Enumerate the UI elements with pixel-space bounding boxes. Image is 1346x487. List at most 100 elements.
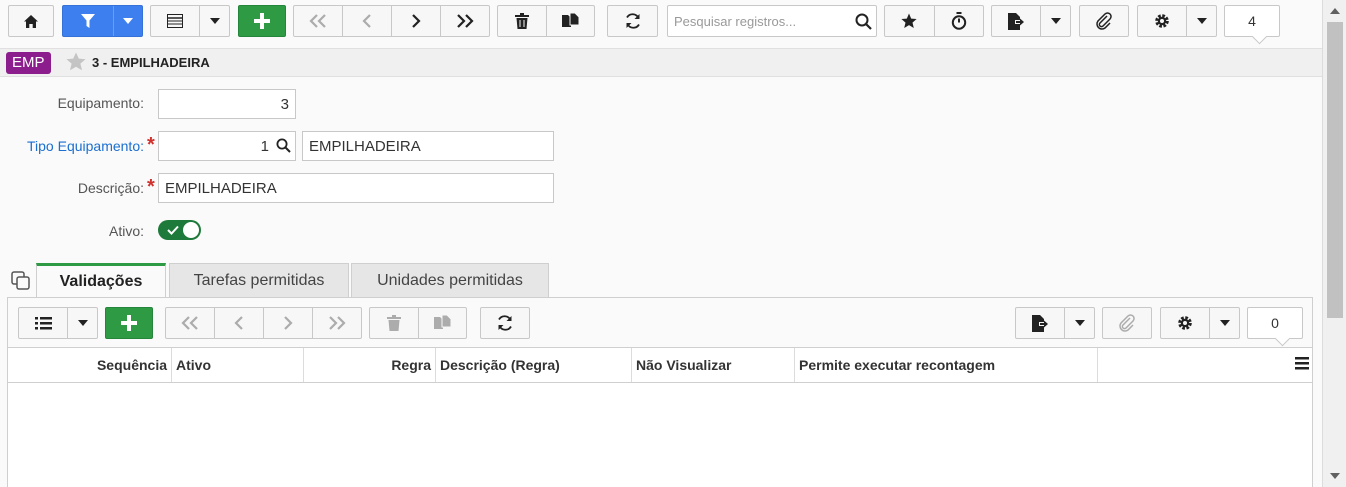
attachments-button[interactable] (1079, 5, 1129, 37)
sub-list-view-button[interactable] (19, 308, 69, 338)
sub-settings-dropdown-button[interactable] (1210, 308, 1239, 338)
sub-first-record-button[interactable] (166, 308, 215, 338)
sub-refresh-button[interactable] (480, 307, 530, 339)
column-header-ativo[interactable]: Ativo (172, 348, 304, 382)
main-toolbar: 4 (0, 0, 1322, 44)
tab-unidades-permitidas[interactable]: Unidades permitidas (351, 263, 549, 298)
caret-down-icon (1196, 18, 1207, 24)
navigation-button-group (293, 5, 490, 37)
filter-button[interactable] (63, 6, 115, 36)
settings-button[interactable] (1138, 6, 1188, 36)
sub-export-button[interactable] (1016, 308, 1066, 338)
caret-down-icon (123, 18, 134, 24)
favorites-button[interactable] (885, 6, 935, 36)
column-header-sequencia[interactable]: Sequência (8, 348, 172, 382)
page-title: 3 - EMPILHADEIRA (92, 55, 210, 70)
sub-view-button-group (18, 307, 98, 339)
ativo-label: Ativo: (108, 223, 144, 239)
descricao-field[interactable]: EMPILHADEIRA (158, 173, 554, 203)
descricao-label: Descrição: (77, 180, 144, 196)
search-icon[interactable] (855, 13, 872, 30)
export-button[interactable] (992, 6, 1042, 36)
caret-down-icon (77, 320, 88, 326)
tipo-equipamento-description-field: EMPILHADEIRA (302, 131, 554, 161)
last-record-button[interactable] (441, 6, 489, 36)
paperclip-icon (1096, 12, 1112, 30)
next-record-button[interactable] (392, 6, 441, 36)
column-header-nao-visualizar[interactable]: Não Visualizar (632, 348, 795, 382)
sub-last-record-button[interactable] (313, 308, 361, 338)
sub-view-dropdown-button[interactable] (68, 308, 97, 338)
grid-body (8, 383, 1312, 487)
list-icon (34, 316, 52, 329)
caret-down-icon (1219, 320, 1230, 326)
sub-delete-button[interactable] (370, 308, 419, 338)
search-input[interactable] (668, 6, 848, 36)
refresh-button[interactable] (607, 5, 658, 37)
double-chevron-right-icon (457, 14, 474, 28)
sub-export-button-group (1015, 307, 1095, 339)
lookup-search-icon[interactable] (276, 138, 291, 153)
toggle-knob (183, 222, 199, 238)
export-button-group (991, 5, 1071, 37)
delete-button[interactable] (498, 6, 547, 36)
scroll-up-icon[interactable] (1330, 8, 1340, 14)
sub-add-button[interactable] (105, 307, 153, 339)
sub-attachments-button[interactable] (1102, 307, 1152, 339)
double-chevron-left-icon (309, 14, 326, 28)
export-dropdown-button[interactable] (1041, 6, 1070, 36)
home-icon (24, 14, 38, 28)
sub-record-count: 0 (1247, 307, 1303, 339)
file-export-icon (1008, 12, 1025, 30)
home-button[interactable] (8, 5, 54, 37)
refresh-icon (498, 315, 512, 331)
sub-copy-button[interactable] (419, 308, 467, 338)
copy-record-button[interactable] (547, 6, 595, 36)
tab-validacoes[interactable]: Validações (36, 263, 166, 298)
column-header-regra[interactable]: Regra (304, 348, 436, 382)
required-asterisk: * (147, 134, 155, 156)
chevron-left-icon (234, 316, 243, 330)
ativo-toggle[interactable] (158, 220, 201, 240)
gear-icon (1178, 316, 1192, 330)
grid-view-button[interactable] (151, 6, 201, 36)
stopwatch-icon (951, 12, 966, 30)
tipo-equipamento-label[interactable]: Tipo Equipamento: (4, 138, 144, 154)
timer-button[interactable] (935, 6, 984, 36)
equipamento-field[interactable]: 3 (158, 89, 296, 119)
first-record-button[interactable] (294, 6, 343, 36)
search-box (667, 5, 877, 37)
plus-icon (254, 13, 270, 29)
record-title-bar: EMP 3 - EMPILHADEIRA (0, 48, 1322, 77)
duplicate-icon[interactable] (11, 271, 31, 291)
sub-export-dropdown-button[interactable] (1065, 308, 1094, 338)
sub-settings-button-group (1160, 307, 1240, 339)
view-dropdown-button[interactable] (200, 6, 229, 36)
vertical-scrollbar[interactable] (1322, 0, 1346, 487)
column-menu-icon[interactable] (1295, 357, 1309, 370)
column-header-permite-recontagem[interactable]: Permite executar recontagem (795, 348, 1098, 382)
scroll-thumb[interactable] (1327, 22, 1343, 318)
paperclip-icon (1119, 314, 1135, 332)
caret-down-icon (1074, 320, 1085, 326)
sub-next-record-button[interactable] (264, 308, 313, 338)
sub-navigation-button-group (165, 307, 362, 339)
sub-edit-button-group (369, 307, 467, 339)
chevron-right-icon (284, 316, 293, 330)
filter-dropdown-button[interactable] (114, 6, 142, 36)
column-header-descricao-regra[interactable]: Descrição (Regra) (436, 348, 632, 382)
previous-record-button[interactable] (343, 6, 392, 36)
add-button[interactable] (238, 5, 286, 37)
favorite-star-icon[interactable] (66, 52, 86, 71)
settings-dropdown-button[interactable] (1187, 6, 1216, 36)
scroll-down-icon[interactable] (1330, 473, 1340, 479)
edit-button-group (497, 5, 595, 37)
settings-button-group (1137, 5, 1217, 37)
sub-settings-button[interactable] (1161, 308, 1211, 338)
trash-icon (514, 13, 529, 29)
sub-previous-record-button[interactable] (215, 308, 264, 338)
chevron-left-icon (362, 14, 371, 28)
tab-tarefas-permitidas[interactable]: Tarefas permitidas (169, 263, 349, 298)
copy-icon (433, 315, 451, 329)
module-badge: EMP (6, 52, 51, 74)
